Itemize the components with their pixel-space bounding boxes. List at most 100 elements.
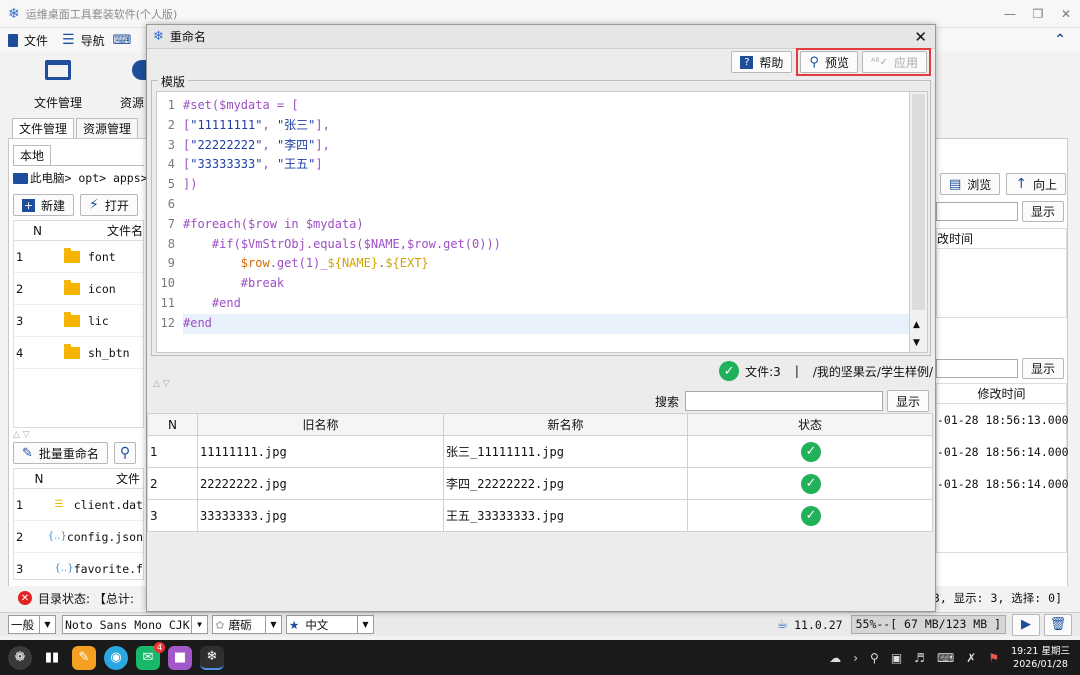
toolbar-file-manager[interactable]: 文件管理 (28, 60, 88, 111)
keyboard-tray-icon[interactable]: ⌨ (937, 651, 954, 665)
code-line[interactable]: ]) (183, 175, 911, 195)
code-line[interactable]: ["11111111", "张三"], (183, 116, 911, 136)
dialog-search-input[interactable] (684, 391, 883, 411)
table-row[interactable]: 2 icon (14, 273, 143, 305)
double-chevron-up-icon[interactable]: ⌃ (1054, 32, 1066, 48)
scrollbar-thumb[interactable] (912, 94, 925, 310)
menu-nav[interactable]: 导航 (81, 32, 105, 49)
open-button[interactable]: ⚡ 打开 (80, 194, 138, 216)
batch-rename-label: 批量重命名 (38, 446, 99, 461)
trash-button[interactable]: 🗑 (1044, 613, 1072, 636)
row-index: 2 (16, 281, 24, 296)
network-off-icon[interactable]: ✗ (966, 651, 976, 665)
memory-indicator[interactable]: 55%--[ 67 MB/123 MB ] (850, 615, 1006, 634)
launcher-icon[interactable]: ❁ (8, 645, 32, 670)
restore-icon[interactable]: ❐ (1024, 7, 1052, 21)
table-row[interactable]: 4 sh_btn (14, 337, 143, 369)
cloud-icon[interactable]: ☁ (829, 651, 841, 665)
col-header-filename[interactable]: 文件名 (61, 222, 143, 239)
skin-select[interactable]: ✿ 磨砺 ▼ (212, 615, 282, 634)
col-header-n[interactable]: N (147, 413, 198, 436)
apply-button[interactable]: ᴬᴮ✓ 应用 (861, 51, 927, 73)
browser-icon[interactable]: ◉ (104, 645, 128, 670)
splitter-arrows-icon[interactable]: △ ▽ (9, 430, 148, 440)
java-icon: ☕ (776, 617, 789, 632)
code-area[interactable]: #set($mydata = [["11111111", "张三"], ["222… (183, 96, 911, 334)
browse-button[interactable]: ▤ 浏览 (940, 173, 1001, 195)
minimize-icon[interactable]: — (996, 7, 1024, 21)
table-row[interactable]: 1 11111111.jpg 张三_11111111.jpg ✓ (147, 435, 933, 468)
dialog-info-bar: ✓ 文件:3 | /我的坚果云/学生样例/ (151, 359, 933, 383)
info-separator: | (794, 364, 799, 378)
app-purple-icon[interactable]: ■ (168, 645, 192, 670)
right-filter-input[interactable] (936, 359, 1018, 378)
col-header-status[interactable]: 状态 (687, 413, 933, 436)
clock-time: 19:21 星期三 (1011, 645, 1070, 657)
code-editor[interactable]: 1 2 3 4 5 6 7 8 9 10 11 12 #set($mydata = [["111111… (156, 91, 928, 353)
code-line[interactable]: #foreach($row in $mydata) (183, 215, 911, 235)
run-button[interactable]: ▶ (1012, 613, 1040, 636)
toolbar-resource[interactable]: 资源 (118, 60, 146, 111)
tab-resource-manager[interactable]: 资源管理 (76, 118, 139, 138)
code-line[interactable]: $row.get(1)_${NAME}.${EXT} (183, 254, 911, 274)
language-select[interactable]: ★ 中文 ▼ (286, 615, 374, 634)
close-window-icon[interactable]: ✕ (1052, 7, 1080, 21)
col-header-new-name[interactable]: 新名称 (443, 413, 688, 436)
breadcrumb[interactable]: 此电脑> opt> apps> (9, 166, 148, 190)
volume-icon[interactable]: ♬ (914, 651, 925, 665)
tab-local[interactable]: 本地 (13, 145, 52, 165)
dialog-title: 重命名 (169, 30, 206, 44)
table-row[interactable]: 3 lic (14, 305, 143, 337)
code-line[interactable]: #if($VmStrObj.equals($NAME,$row.get(0))) (183, 235, 911, 255)
table-row[interactable]: 2 22222222.jpg 李四_22222222.jpg ✓ (147, 467, 933, 500)
editor-scrollbar[interactable]: ▲ ▼ (909, 92, 927, 352)
dialog-splitter-icon[interactable]: △ ▽ (153, 379, 170, 389)
right-show-button-2[interactable]: 显示 (1022, 358, 1065, 379)
screenshot-icon[interactable]: ▣ (891, 651, 902, 665)
mode-select[interactable]: 一般 ▼ (8, 615, 56, 634)
chevron-right-icon[interactable]: › (853, 651, 858, 665)
col-header-old-name[interactable]: 旧名称 (197, 413, 444, 436)
font-select[interactable]: Noto Sans Mono CJK SC ▼ (62, 615, 208, 634)
menu-file[interactable]: 文件 (24, 32, 48, 49)
dialog-show-button[interactable]: 显示 (886, 390, 929, 412)
keyboard-icon[interactable]: ⌨ (113, 33, 132, 48)
code-line[interactable]: #set($mydata = [ (183, 96, 911, 116)
code-line[interactable]: ["33333333", "王五"] (183, 155, 911, 175)
up-button[interactable]: ↑ 向上 (1006, 173, 1067, 195)
scroll-up-icon[interactable]: ▲ (913, 320, 920, 330)
list-item[interactable]: 3 {..} favorite.f (14, 553, 143, 579)
dialog-close-icon[interactable]: ✕ (914, 28, 927, 46)
lower-col-header-file[interactable]: 文件 (64, 470, 140, 487)
right-modified-header-top[interactable]: 改时间 (937, 229, 1066, 249)
active-app-icon[interactable]: ❄ (200, 645, 224, 670)
code-line[interactable] (183, 195, 911, 215)
tab-file-manager[interactable]: 文件管理 (12, 118, 75, 138)
help-button[interactable]: ? 帮助 (731, 51, 793, 73)
code-line[interactable]: #break (183, 274, 911, 294)
code-line[interactable]: ["22222222", "李四"], (183, 136, 911, 156)
preview-button[interactable]: ⚲ 预览 (800, 51, 858, 73)
notification-icon[interactable]: ⚑ (988, 651, 999, 665)
right-path-input[interactable] (936, 202, 1018, 221)
code-line[interactable]: #end (183, 314, 911, 334)
chat-icon[interactable]: ✉ 4 (136, 641, 165, 670)
right-show-button[interactable]: 显示 (1022, 201, 1065, 222)
lower-col-header-n[interactable]: N (14, 472, 64, 486)
search-button[interactable]: ⚲ (113, 442, 137, 464)
table-row[interactable]: 1 font (14, 241, 143, 273)
search-tray-icon[interactable]: ⚲ (870, 651, 879, 665)
col-header-n[interactable]: N (14, 224, 61, 238)
code-line[interactable]: #end (183, 294, 911, 314)
new-button[interactable]: + 新建 (13, 194, 75, 216)
scroll-down-icon[interactable]: ▼ (913, 338, 920, 348)
clock[interactable]: 19:21 星期三 2026/01/28 (1011, 645, 1070, 671)
list-item[interactable]: 2 {..} config.json (14, 521, 143, 553)
batch-rename-button[interactable]: ✎ 批量重命名 (13, 442, 108, 464)
open-button-label: 打开 (104, 198, 129, 213)
right-modified-header[interactable]: 修改时间 (937, 384, 1066, 404)
list-item[interactable]: 1 ☰ client.dat (14, 489, 143, 521)
multitask-icon[interactable]: ▮▮ (40, 646, 64, 670)
table-row[interactable]: 3 33333333.jpg 王五_33333333.jpg ✓ (147, 499, 933, 532)
app-orange-icon[interactable]: ✎ (72, 645, 96, 670)
